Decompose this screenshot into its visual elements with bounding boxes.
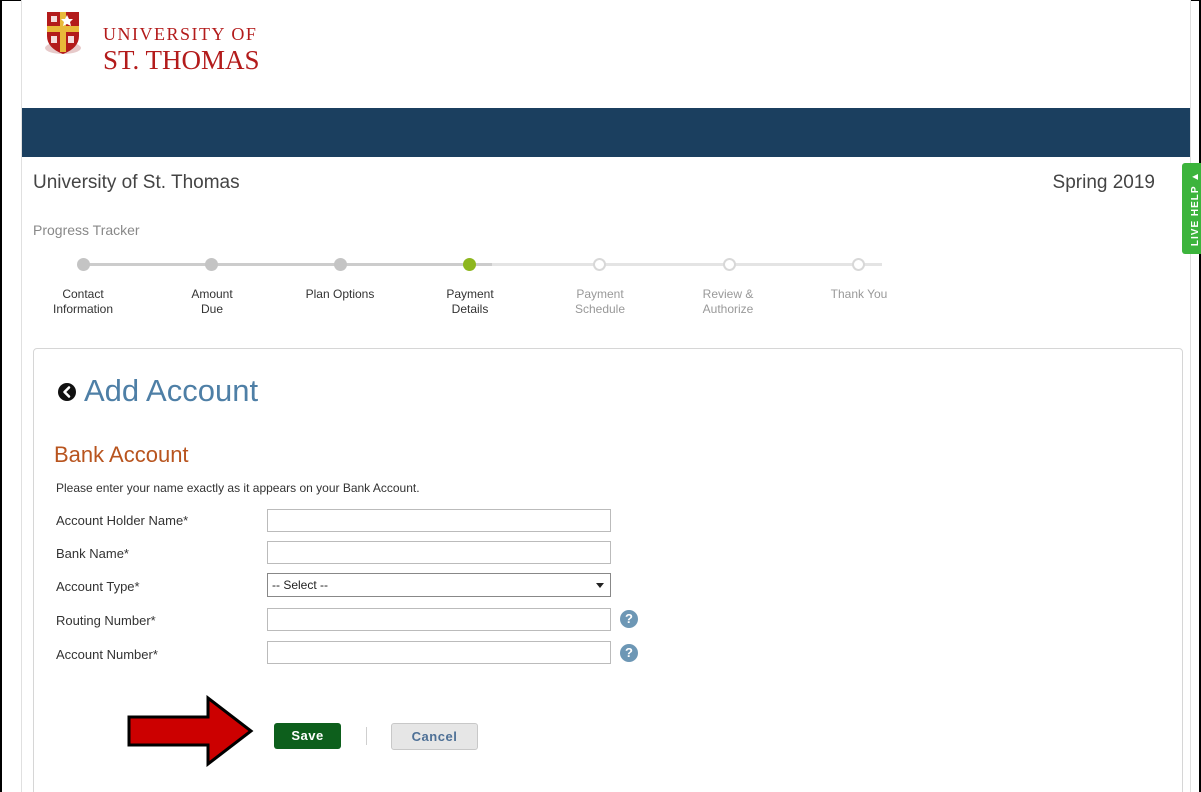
step-label-contact-information: Contact Information [52,287,114,316]
step-dot-thank-you [852,258,865,271]
university-logo[interactable]: UNIVERSITY OF ST. THOMAS [43,10,303,76]
routing-number-help-icon[interactable]: ? [620,610,638,628]
cancel-button[interactable]: Cancel [391,723,478,750]
account-number-input[interactable] [267,641,611,664]
screenshot-frame-left [0,0,2,792]
step-label-amount-due: Amount Due [191,287,233,316]
step-dot-review-authorize [723,258,736,271]
university-crest-icon [45,12,81,54]
section-title: Bank Account [54,442,189,467]
logo-text-line2: ST. THOMAS [103,45,260,75]
page-container: UNIVERSITY OF ST. THOMAS University of S… [21,0,1201,792]
progress-line-remaining [492,263,882,266]
button-divider [366,727,367,745]
bank-name-label: Bank Name* [56,546,129,561]
live-help-label: LIVE HELP ▲ [1190,170,1201,247]
step-dot-plan-options [334,258,347,271]
step-label-thank-you: Thank You [830,287,888,301]
live-help-tab[interactable]: LIVE HELP ▲ [1182,163,1201,254]
routing-number-label: Routing Number* [56,613,156,628]
caret-down-icon [596,583,604,588]
account-holder-name-input[interactable] [267,509,611,532]
logo-text-line1: UNIVERSITY OF [103,24,258,44]
step-label-plan-options: Plan Options [305,287,375,301]
instructions-text: Please enter your name exactly as it app… [56,481,420,495]
bank-name-input[interactable] [267,541,611,564]
step-dot-contact-information [77,258,90,271]
step-dot-payment-schedule [593,258,606,271]
account-type-select[interactable]: -- Select -- [267,573,611,597]
step-label-payment-details: Payment Details [446,287,494,316]
navigation-band [22,108,1190,157]
step-dot-amount-due [205,258,218,271]
account-number-help-icon[interactable]: ? [620,644,638,662]
account-number-label: Account Number* [56,647,158,662]
save-button[interactable]: Save [274,723,341,749]
account-holder-name-label: Account Holder Name* [56,513,189,528]
routing-number-input[interactable] [267,608,611,631]
school-name: University of St. Thomas [33,172,240,193]
step-label-payment-schedule: Payment Schedule [574,287,626,316]
step-label-review-authorize: Review & Authorize [702,287,754,316]
progress-line-completed [83,263,492,266]
account-type-label: Account Type* [56,579,140,594]
page-title: Add Account [84,373,259,408]
back-chevron-icon[interactable] [57,382,77,402]
step-dot-payment-details [463,258,476,271]
term-label: Spring 2019 [1052,172,1155,193]
account-type-selected-value: -- Select -- [272,578,329,592]
progress-tracker-title: Progress Tracker [33,222,140,238]
annotation-arrow-icon [127,695,254,767]
